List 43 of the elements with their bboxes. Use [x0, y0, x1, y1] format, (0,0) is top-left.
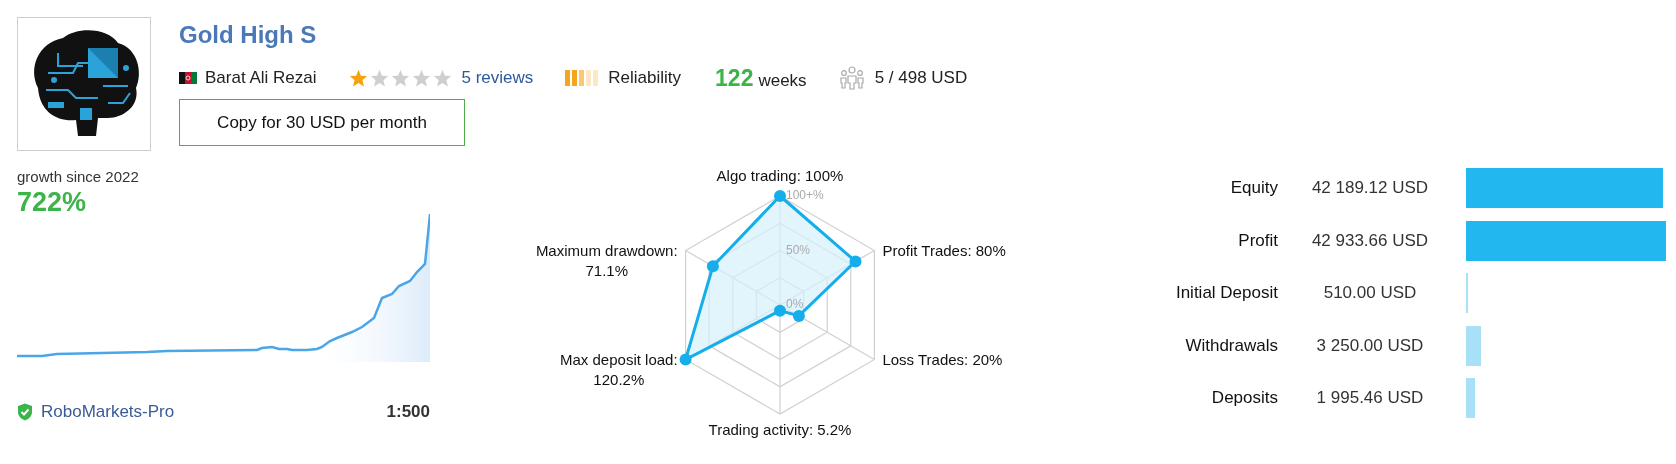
- leverage: 1:500: [386, 402, 430, 422]
- star-icon: [348, 69, 368, 87]
- axis-label: Loss Trades: 20%: [882, 349, 1003, 370]
- radar-point: [774, 304, 786, 317]
- axis-label: Algo trading: 100%: [716, 166, 844, 186]
- reliability-label: Reliability: [608, 68, 682, 88]
- ring-label: 50%: [786, 242, 811, 257]
- flag-icon: [179, 72, 197, 84]
- weeks-count: 122: [715, 64, 754, 92]
- growth-caption: growth since 2022: [17, 168, 140, 185]
- radar-point: [792, 309, 805, 322]
- growth-value: 722%: [17, 187, 88, 218]
- ring-label: 100+%: [786, 188, 824, 203]
- system-title[interactable]: Gold High S: [179, 21, 317, 49]
- balance-value: 42 189.12 USD: [1310, 178, 1430, 198]
- reviews-link[interactable]: 5 reviews: [461, 68, 534, 88]
- balance-label: Withdrawals: [1184, 335, 1278, 356]
- axis-label: Maximum drawdown: 71.1%: [535, 240, 678, 281]
- shield-check-icon: [17, 403, 33, 421]
- star-icon: [390, 69, 410, 87]
- broker-link[interactable]: RoboMarkets-Pro: [41, 402, 175, 422]
- balance-label: Deposits: [1210, 388, 1278, 408]
- star-icon: [432, 69, 452, 87]
- balance-value: 3 250.00 USD: [1315, 335, 1425, 356]
- subscribers-count: 5 / 498 USD: [874, 68, 968, 88]
- weeks-label: weeks: [758, 70, 807, 91]
- axis-label: Profit Trades: 80%: [882, 240, 1006, 261]
- copy-button[interactable]: Copy for 30 USD per month: [179, 99, 465, 146]
- balance-label: Initial Deposit: [1174, 283, 1278, 303]
- balance-value: 42 933.66 USD: [1310, 230, 1430, 251]
- balance-label: Equity: [1229, 178, 1278, 198]
- balance-value: 1 995.46 USD: [1315, 388, 1425, 408]
- star-icon: [369, 69, 389, 87]
- reliability-meter: [565, 70, 599, 86]
- star-icon: [411, 69, 431, 87]
- axis-label: Max deposit load: 120.2%: [560, 349, 678, 390]
- radar-point: [706, 260, 719, 273]
- balance-value: 510.00 USD: [1322, 283, 1418, 303]
- balance-label: Profit: [1237, 230, 1278, 251]
- people-icon: [838, 66, 865, 90]
- author-name: Barat Ali Rezai: [205, 68, 317, 88]
- ring-label: 0%: [786, 297, 804, 312]
- axis-label: Trading activity: 5.2%: [708, 420, 852, 440]
